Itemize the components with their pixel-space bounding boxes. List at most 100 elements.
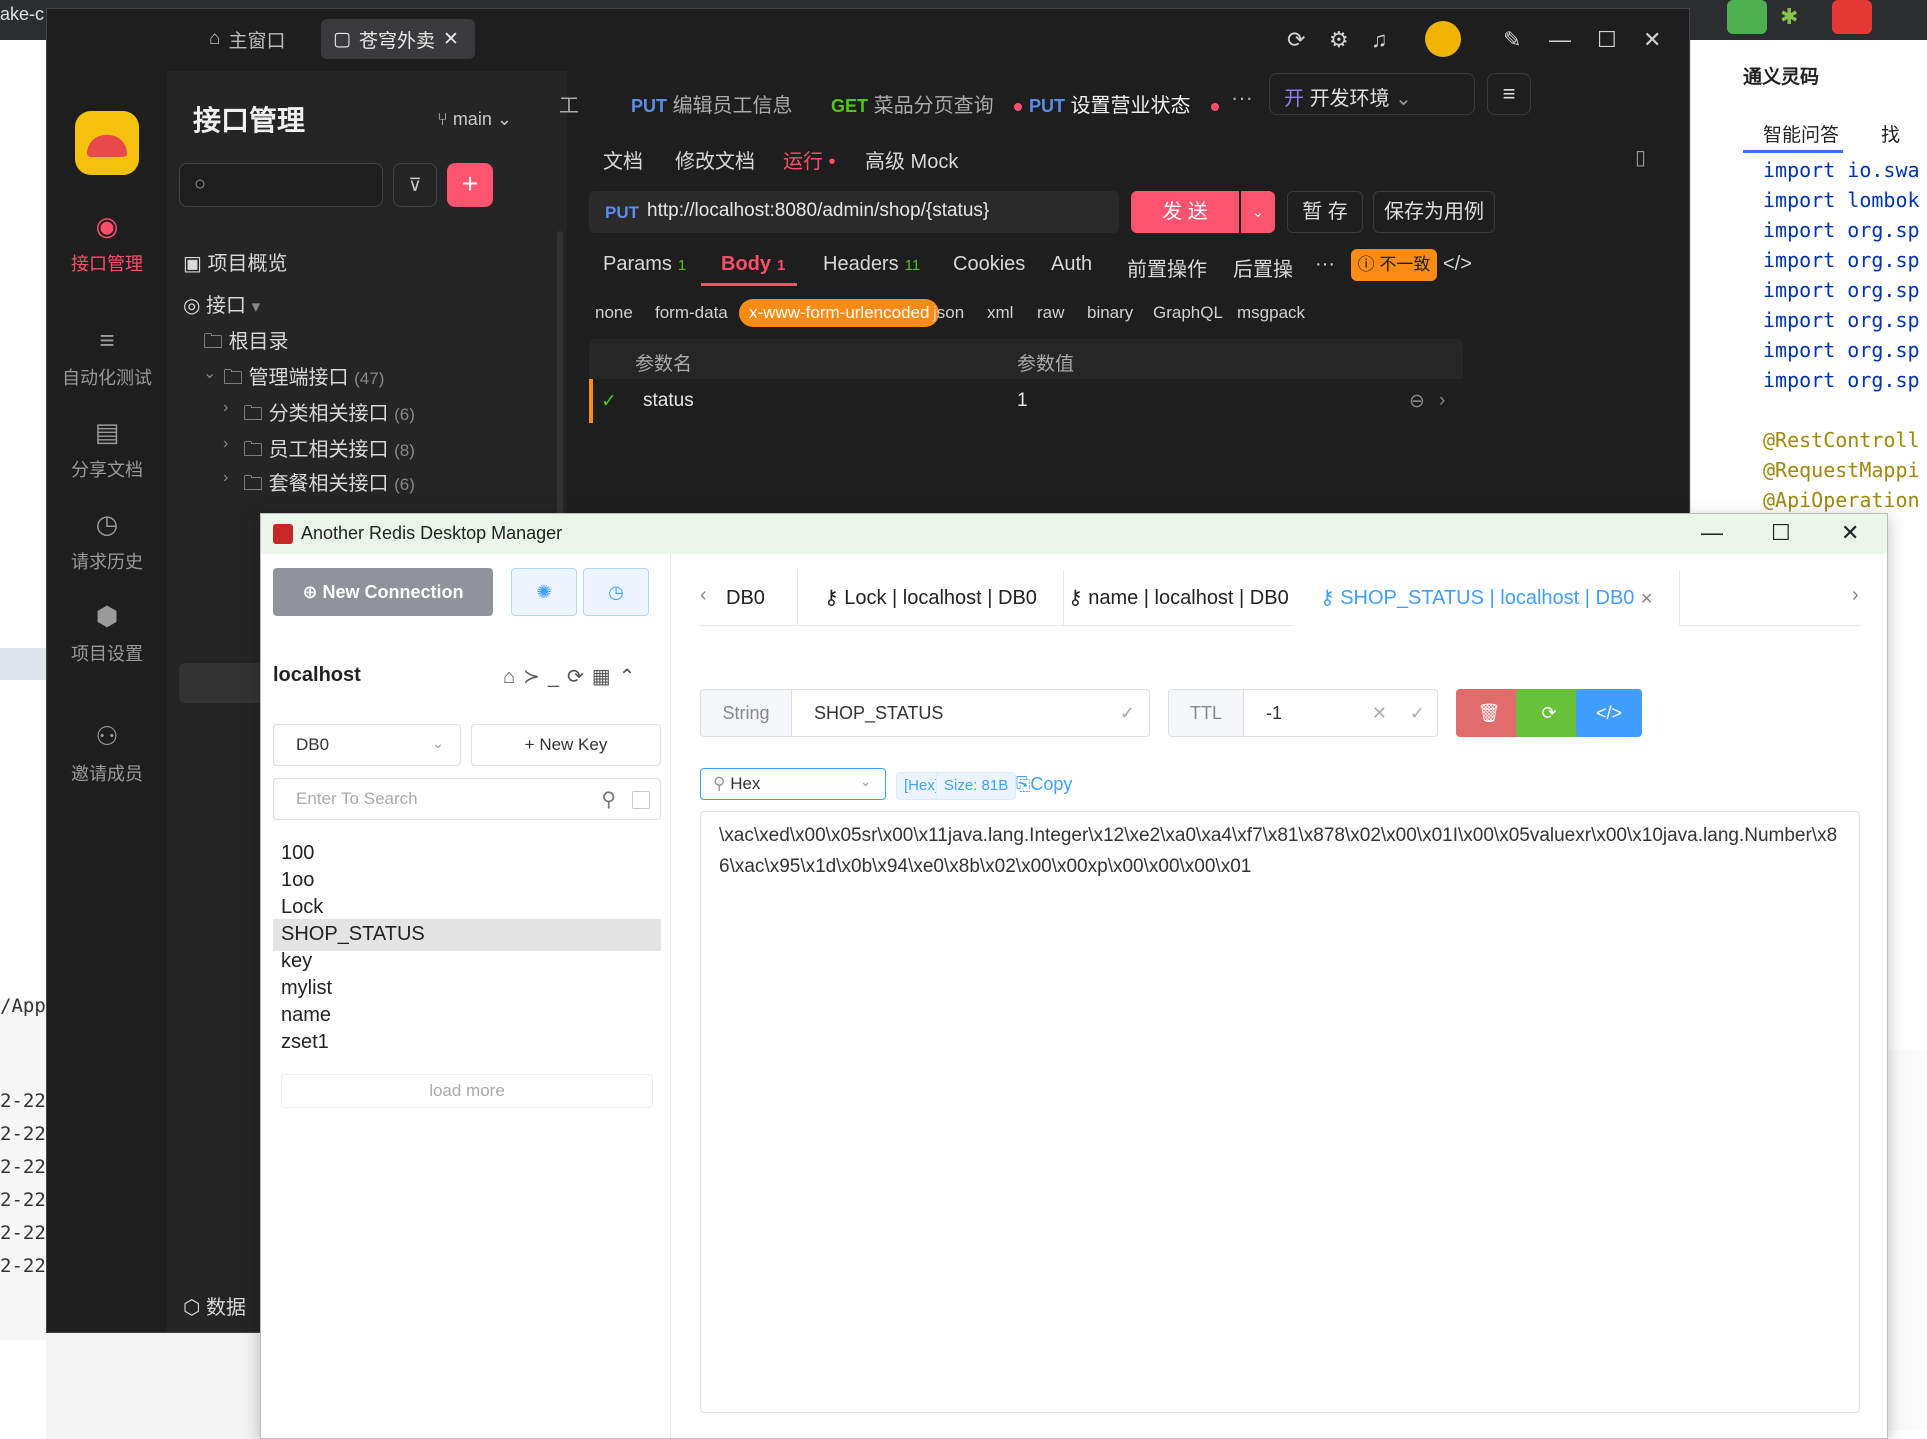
body-type-raw[interactable]: raw [1037,303,1064,323]
tree-folder-admin[interactable]: 🗀 管理端接口 (47) [223,361,384,397]
settings-icon[interactable]: ✺ [511,568,577,616]
tab-params[interactable]: Params 1 [603,253,686,276]
send-button[interactable]: 发 送 [1131,191,1239,233]
tree-folder[interactable]: 🗀 套餐相关接口 (6) [243,467,415,503]
body-type-xml[interactable]: xml [987,303,1013,323]
tree-folder[interactable]: 🗀 分类相关接口 (6) [243,397,415,433]
nav-item-invite[interactable]: ⚇ 邀请成员 [47,721,167,786]
tree-search-input[interactable]: ○ [179,163,383,207]
check-icon[interactable]: ✓ [601,390,617,413]
request-tab[interactable]: PUT 编辑员工信息 [631,89,793,118]
branch-selector[interactable]: ⑂ main ⌄ [437,109,512,130]
connection-name[interactable]: localhost [273,664,361,687]
ai-panel-tab[interactable]: 智能问答 [1763,120,1839,147]
exact-match-checkbox[interactable] [632,791,650,809]
window-tab-project[interactable]: ▢ 苍穹外卖 ✕ [321,19,475,59]
db-select[interactable]: DB0 ⌄ [273,724,461,766]
tree-item-apis[interactable]: ◎ 接口 ▾ [183,289,260,318]
request-tab[interactable]: GET 菜品分页查询 [831,89,1022,118]
more-icon[interactable]: ··· [1315,253,1335,276]
pin-icon[interactable]: ✎ [1503,27,1521,53]
chevron-down-icon[interactable]: ⌄ [1241,191,1275,233]
body-type-json[interactable]: json [933,303,964,323]
nav-item-autotest[interactable]: ≡ 自动化测试 [47,325,167,390]
menu-icon[interactable]: ≡ [1487,73,1531,115]
add-button[interactable]: + [447,163,493,207]
new-connection-button[interactable]: ⊕ New Connection [273,568,493,616]
tab-run[interactable]: 运行 • [783,145,836,174]
search-icon[interactable]: ⚲ [601,787,616,812]
body-type-graphql[interactable]: GraphQL [1153,303,1223,323]
tab-body[interactable]: Body 1 [721,253,785,276]
key-tab[interactable]: ⚷ name | localhost | DB0 [1042,570,1316,626]
body-type-none[interactable]: none [595,303,633,323]
chevron-right-icon[interactable]: › [223,399,228,417]
nav-item-share-docs[interactable]: ▤ 分享文档 [47,417,167,482]
format-select[interactable]: ⚲ Hex ⌄ [700,768,886,800]
param-name[interactable]: status [643,390,694,412]
refresh-icon[interactable]: ⟳ [1287,27,1305,53]
ide-editor-tab[interactable]: ake-c [0,4,44,25]
tab-post-ops[interactable]: 后置操 [1233,253,1293,282]
dump-command-button[interactable]: </> [1576,689,1642,737]
panel-toggle-icon[interactable]: ▯ [1635,145,1646,170]
param-value[interactable]: 1 [1017,390,1028,412]
maximize-icon[interactable]: ☐ [1597,27,1617,53]
nav-item-history[interactable]: ◷ 请求历史 [47,509,167,574]
maximize-icon[interactable]: ☐ [1771,520,1791,546]
chevron-right-icon[interactable]: › [223,469,228,487]
debug-icon[interactable]: ✱ [1780,4,1798,30]
tab-cookies[interactable]: Cookies [953,253,1025,276]
tab-headers[interactable]: Headers 11 [823,253,920,276]
body-type-urlencoded[interactable]: x-www-form-urlencoded [739,299,940,327]
url-input[interactable]: http://localhost:8080/admin/shop/{status… [647,200,989,222]
minimize-icon[interactable]: — [1549,27,1571,53]
tree-item-data-models[interactable]: ⬡ 数据 [183,1291,246,1320]
key-tab[interactable]: ⚷ Lock | localhost | DB0 [798,570,1064,626]
request-tab-active[interactable]: PUT 设置营业状态 [1029,89,1219,118]
nav-item-settings[interactable]: ⬢ 项目设置 [47,601,167,666]
save-temp-button[interactable]: 暂 存 [1287,191,1363,233]
key-tab[interactable]: DB0 [700,570,798,626]
close-icon[interactable]: ✕ [1643,27,1661,53]
body-type-binary[interactable]: binary [1087,303,1133,323]
value-editor[interactable]: \xac\xed\x00\x05sr\x00\x11java.lang.Inte… [700,811,1860,1413]
mismatch-badge[interactable]: ⓘ 不一致 [1351,249,1437,281]
refresh-key-button[interactable]: ⟳ [1516,689,1582,737]
avatar[interactable] [1425,21,1461,57]
tree-folder[interactable]: 🗀 员工相关接口 (8) [243,433,415,469]
tab-pre-ops[interactable]: 前置操作 [1127,253,1207,282]
chevron-right-icon[interactable]: › [1439,390,1445,412]
tree-item-root[interactable]: 🗀 根目录 [203,325,289,361]
gear-icon[interactable]: ⚙ [1329,27,1349,53]
key-name-input[interactable]: SHOP_STATUS ✓ [792,689,1150,737]
close-icon[interactable]: ✕ [443,28,459,51]
load-more-button[interactable]: load more [281,1074,653,1108]
remove-icon[interactable]: ⊖ [1409,390,1425,413]
key-search-input[interactable]: Enter To Search ⚲ [273,778,661,820]
key-tab-active[interactable]: ⚷ SHOP_STATUS | localhost | DB0 ✕ [1294,570,1681,626]
stop-icon[interactable] [1832,0,1872,34]
key-item[interactable]: zset1 [273,1027,661,1059]
url-bar[interactable]: PUT http://localhost:8080/admin/shop/{st… [589,191,1119,233]
delete-key-button[interactable]: 🗑 [1456,689,1522,737]
ttl-input[interactable]: -1 ✕ ✓ [1244,689,1438,737]
save-case-button[interactable]: 保存为用例 [1373,191,1495,233]
body-type-msgpack[interactable]: msgpack [1237,303,1305,323]
clock-icon[interactable]: ◷ [583,568,649,616]
tree-item-overview[interactable]: ▣ 项目概览 [183,247,287,276]
copy-button[interactable]: ⎘Copy [1016,774,1072,795]
table-row[interactable]: ✓ status 1 ⊖ › [589,379,1463,423]
environment-select[interactable]: 开 开发环境 ⌄ [1269,73,1475,115]
tab-edit-docs[interactable]: 修改文档 [675,145,755,174]
code-icon[interactable]: </> [1443,253,1472,276]
tab-auth[interactable]: Auth [1051,253,1092,276]
request-tab[interactable]: 工 [559,89,579,118]
chevron-down-icon[interactable]: ⌄ [203,363,216,383]
tab-mock[interactable]: 高级 Mock [865,145,958,174]
connection-actions[interactable]: ⌂≻_⟳▦⌃ [503,664,643,689]
new-key-button[interactable]: + New Key [471,724,661,766]
tab-docs[interactable]: 文档 [603,145,643,174]
filter-icon[interactable]: ⊽ [393,163,437,207]
close-icon[interactable]: ✕ [1841,520,1859,546]
